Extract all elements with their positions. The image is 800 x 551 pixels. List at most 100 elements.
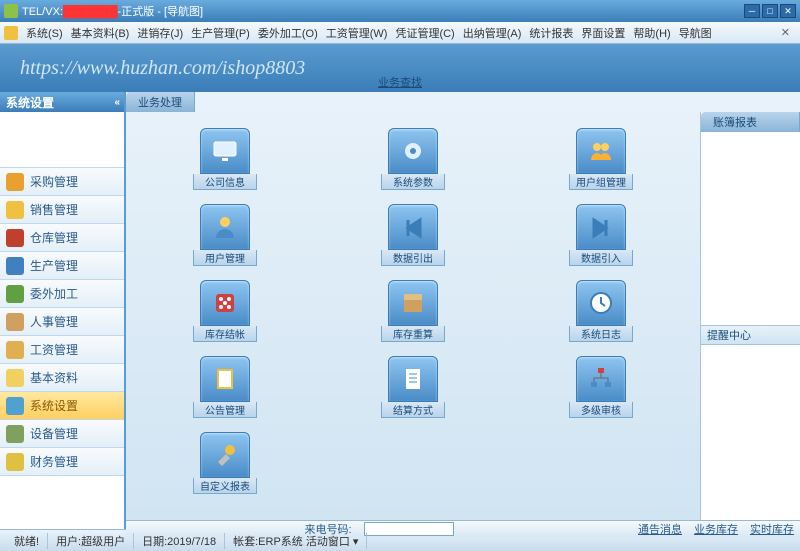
sidebar-item-label: 采购管理 xyxy=(30,173,78,190)
status-ready: 就绪! xyxy=(6,533,48,549)
sidebar-icon xyxy=(6,257,24,275)
menu-help[interactable]: 帮助(H) xyxy=(629,25,674,41)
user-icon xyxy=(200,204,250,250)
tile-tree[interactable]: 多级审核 xyxy=(522,356,680,428)
reminder-header: 提醒中心 xyxy=(701,325,800,345)
sidebar-icon xyxy=(6,313,24,331)
arrow-in-icon xyxy=(576,204,626,250)
close-button[interactable]: ✕ xyxy=(780,4,796,18)
menu-cashier[interactable]: 出纳管理(A) xyxy=(459,25,526,41)
sidebar-item-3[interactable]: 生产管理 xyxy=(0,252,124,280)
tile-wrench[interactable]: 自定义报表 xyxy=(146,432,304,504)
tile-monitor[interactable]: 公司信息 xyxy=(146,128,304,200)
sidebar-item-label: 生产管理 xyxy=(30,257,78,274)
gear-icon xyxy=(388,128,438,174)
sidebar-item-label: 人事管理 xyxy=(30,313,78,330)
status-date: 日期:2019/7/18 xyxy=(134,533,225,549)
tile-label: 多级审核 xyxy=(569,402,633,418)
sidebar-item-label: 委外加工 xyxy=(30,285,78,302)
tile-user[interactable]: 用户管理 xyxy=(146,204,304,276)
sidebar-icon xyxy=(6,425,24,443)
menu-inventory[interactable]: 进销存(J) xyxy=(133,25,187,41)
tile-label: 公告管理 xyxy=(193,402,257,418)
sidebar-icon xyxy=(6,397,24,415)
business-search-link[interactable]: 业务查找 xyxy=(378,74,422,90)
tile-gear[interactable]: 系统参数 xyxy=(334,128,492,200)
tile-label: 库存重算 xyxy=(381,326,445,342)
maximize-button[interactable]: □ xyxy=(762,4,778,18)
banner-url: https://www.huzhan.com/ishop8803 xyxy=(20,57,305,80)
right-panel: 账簿报表 提醒中心 xyxy=(700,112,800,520)
tile-label: 库存结帐 xyxy=(193,326,257,342)
sidebar-preview xyxy=(0,112,124,168)
main-area: 业务处理 公司信息 系统参数 用户组管理用户管理数据引出 数据引入库存结帐 库存重算 系统… xyxy=(126,92,800,529)
menu-salary[interactable]: 工资管理(W) xyxy=(322,25,392,41)
sidebar-icon xyxy=(6,341,24,359)
tile-label: 用户组管理 xyxy=(569,174,633,190)
tile-doc[interactable]: 结算方式 xyxy=(334,356,492,428)
sidebar-item-4[interactable]: 委外加工 xyxy=(0,280,124,308)
tile-arrow-out[interactable]: 数据引出 xyxy=(334,204,492,276)
tile-users[interactable]: 用户组管理 xyxy=(522,128,680,200)
tile-box[interactable]: 库存重算 xyxy=(334,280,492,352)
sidebar-item-1[interactable]: 销售管理 xyxy=(0,196,124,224)
realtime-link[interactable]: 实时库存 xyxy=(750,521,794,537)
tab-business[interactable]: 业务处理 xyxy=(126,92,195,112)
menu-voucher[interactable]: 凭证管理(C) xyxy=(391,25,458,41)
mdi-close-button[interactable]: ✕ xyxy=(775,26,796,39)
sidebar-header[interactable]: 系统设置« xyxy=(0,92,124,112)
sidebar-item-6[interactable]: 工资管理 xyxy=(0,336,124,364)
tile-label: 系统日志 xyxy=(569,326,633,342)
menu-production[interactable]: 生产管理(P) xyxy=(187,25,254,41)
banner: https://www.huzhan.com/ishop8803 业务查找 xyxy=(0,44,800,92)
sidebar-item-8[interactable]: 系统设置 xyxy=(0,392,124,420)
sidebar-item-5[interactable]: 人事管理 xyxy=(0,308,124,336)
window-title: TEL/VX:███████-正式版 - [导航图] xyxy=(22,3,744,19)
sidebar-item-9[interactable]: 设备管理 xyxy=(0,420,124,448)
sidebar-item-7[interactable]: 基本资料 xyxy=(0,364,124,392)
sidebar-icon xyxy=(6,453,24,471)
chevron-left-icon: « xyxy=(114,97,120,108)
arrow-out-icon xyxy=(388,204,438,250)
menu-ui[interactable]: 界面设置 xyxy=(577,25,629,41)
tile-clock[interactable]: 系统日志 xyxy=(522,280,680,352)
tile-label: 系统参数 xyxy=(381,174,445,190)
app-icon xyxy=(4,4,18,18)
tab-reports[interactable]: 账簿报表 xyxy=(701,112,800,132)
sidebar-icon xyxy=(6,173,24,191)
tile-label: 数据引出 xyxy=(381,250,445,266)
menu-stats[interactable]: 统计报表 xyxy=(525,25,577,41)
sidebar-icon xyxy=(6,285,24,303)
tile-label: 数据引入 xyxy=(569,250,633,266)
sidebar-item-0[interactable]: 采购管理 xyxy=(0,168,124,196)
sidebar-item-2[interactable]: 仓库管理 xyxy=(0,224,124,252)
tile-dice[interactable]: 库存结帐 xyxy=(146,280,304,352)
sidebar-item-label: 财务管理 xyxy=(30,453,78,470)
sidebar-item-label: 系统设置 xyxy=(30,397,78,414)
sidebar-item-label: 工资管理 xyxy=(30,341,78,358)
phone-input[interactable] xyxy=(364,522,454,536)
doc-icon xyxy=(388,356,438,402)
menu-outsource[interactable]: 委外加工(O) xyxy=(254,25,322,41)
tile-note[interactable]: 公告管理 xyxy=(146,356,304,428)
menubar: 系统(S) 基本资料(B) 进销存(J) 生产管理(P) 委外加工(O) 工资管… xyxy=(0,22,800,44)
notify-link[interactable]: 通告消息 xyxy=(638,521,682,537)
sidebar-icon xyxy=(6,201,24,219)
tile-label: 公司信息 xyxy=(193,174,257,190)
note-icon xyxy=(200,356,250,402)
menu-basic[interactable]: 基本资料(B) xyxy=(67,25,134,41)
tile-arrow-in[interactable]: 数据引入 xyxy=(522,204,680,276)
status-account[interactable]: 帐套:ERP系统 活动窗口 ▾ xyxy=(225,533,367,549)
sidebar-item-10[interactable]: 财务管理 xyxy=(0,448,124,476)
titlebar: TEL/VX:███████-正式版 - [导航图] ─ □ ✕ xyxy=(0,0,800,22)
stock-link[interactable]: 业务库存 xyxy=(694,521,738,537)
sidebar-icon xyxy=(6,369,24,387)
tree-icon xyxy=(576,356,626,402)
monitor-icon xyxy=(200,128,250,174)
menu-system[interactable]: 系统(S) xyxy=(22,25,67,41)
minimize-button[interactable]: ─ xyxy=(744,4,760,18)
sidebar-item-label: 基本资料 xyxy=(30,369,78,386)
menu-icon xyxy=(4,26,18,40)
wrench-icon xyxy=(200,432,250,478)
menu-nav[interactable]: 导航图 xyxy=(675,25,716,41)
